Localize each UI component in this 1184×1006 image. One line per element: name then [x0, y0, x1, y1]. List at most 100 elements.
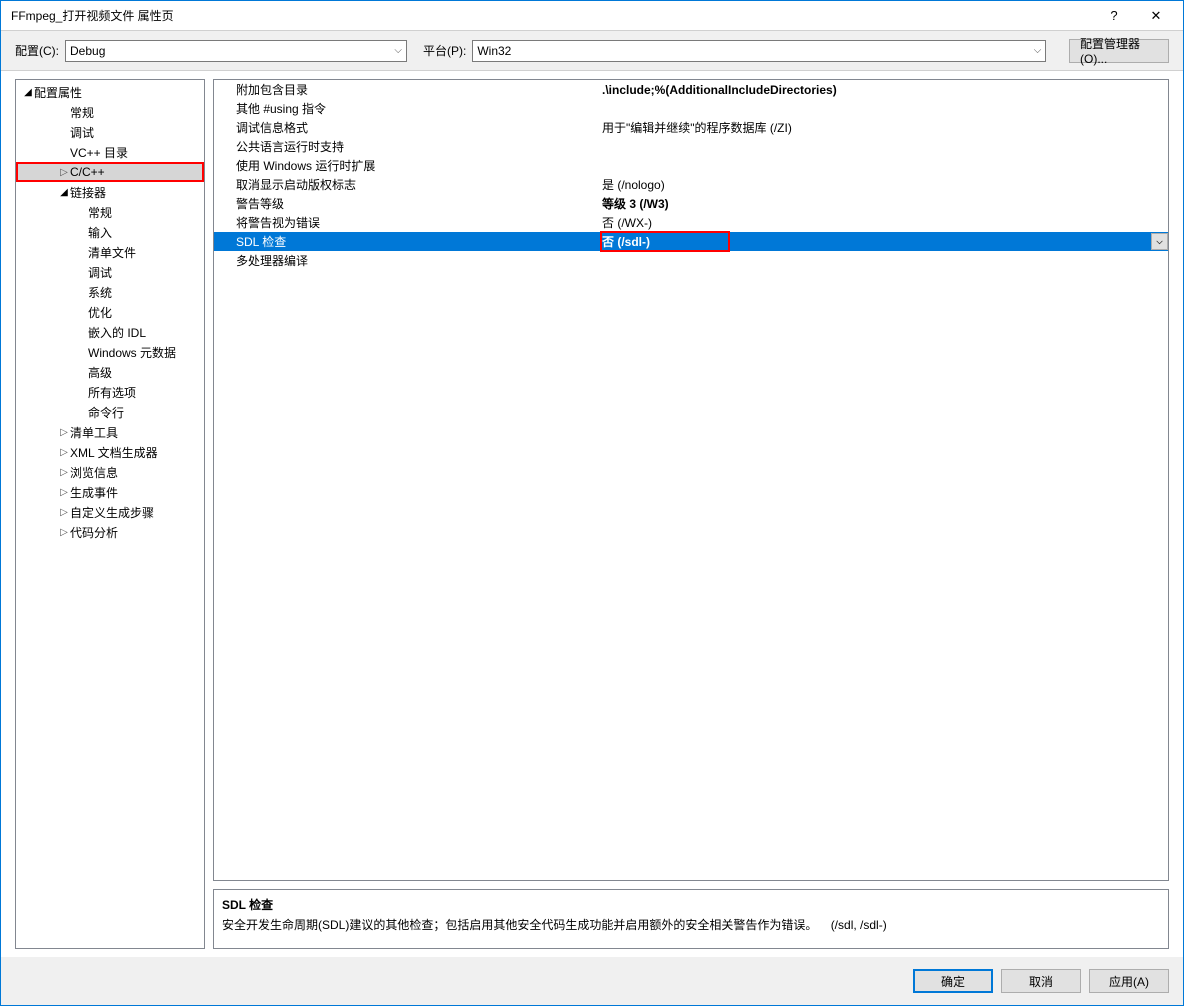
platform-combo[interactable]: Win32 ⌵	[472, 40, 1046, 62]
property-value[interactable]: .\include;%(AdditionalIncludeDirectories…	[600, 80, 1168, 99]
window-title: FFmpeg_打开视频文件 属性页	[11, 7, 1093, 24]
config-manager-button[interactable]: 配置管理器(O)...	[1069, 39, 1169, 63]
config-combo[interactable]: Debug ⌵	[65, 40, 407, 62]
tree-root[interactable]: ◢配置属性	[16, 82, 204, 102]
tree-item[interactable]: ▷清单工具	[16, 422, 204, 442]
property-row[interactable]: 将警告视为错误否 (/WX-)	[214, 213, 1168, 232]
tree-item-label: 常规	[70, 104, 94, 121]
tree-item[interactable]: VC++ 目录	[16, 142, 204, 162]
cancel-button[interactable]: 取消	[1001, 969, 1081, 993]
tree-item[interactable]: ▷浏览信息	[16, 462, 204, 482]
tree-item-label: 自定义生成步骤	[70, 504, 154, 521]
tree-item-label: 代码分析	[70, 524, 118, 541]
tree-item-label: 命令行	[88, 404, 124, 421]
property-name: 将警告视为错误	[214, 214, 600, 231]
expand-icon: ▷	[58, 447, 70, 458]
tree-item[interactable]: ▷生成事件	[16, 482, 204, 502]
tree-item-label: 系统	[88, 284, 112, 301]
dropdown-button[interactable]: ⌵	[1151, 233, 1168, 250]
property-value[interactable]	[600, 251, 1168, 270]
tree-item[interactable]: 优化	[16, 302, 204, 322]
tree-item-label: Windows 元数据	[88, 344, 176, 361]
tree-item[interactable]: 调试	[16, 262, 204, 282]
property-value[interactable]	[600, 156, 1168, 175]
tree-item[interactable]: 高级	[16, 362, 204, 382]
tree-item[interactable]: ▷代码分析	[16, 522, 204, 542]
tree-item-label: 清单文件	[88, 244, 136, 261]
property-row[interactable]: 取消显示启动版权标志是 (/nologo)	[214, 175, 1168, 194]
platform-label: 平台(P):	[423, 42, 466, 59]
help-button[interactable]: ?	[1093, 2, 1135, 30]
property-value[interactable]: 等级 3 (/W3)	[600, 194, 1168, 213]
tree-item-label: 生成事件	[70, 484, 118, 501]
property-name: 调试信息格式	[214, 119, 600, 136]
property-row[interactable]: 使用 Windows 运行时扩展	[214, 156, 1168, 175]
property-pages-window: FFmpeg_打开视频文件 属性页 ? ✕ 配置(C): Debug ⌵ 平台(…	[0, 0, 1184, 1006]
tree-item[interactable]: 调试	[16, 122, 204, 142]
property-row[interactable]: 附加包含目录.\include;%(AdditionalIncludeDirec…	[214, 80, 1168, 99]
expand-icon: ▷	[58, 467, 70, 478]
tree-item[interactable]: ▷XML 文档生成器	[16, 442, 204, 462]
property-name: 多处理器编译	[214, 252, 600, 269]
footer: 确定 取消 应用(A)	[1, 957, 1183, 1005]
tree-item-label: 所有选项	[88, 384, 136, 401]
config-value: Debug	[70, 44, 105, 58]
tree-item[interactable]: ▷自定义生成步骤	[16, 502, 204, 522]
chevron-down-icon: ⌵	[1156, 237, 1162, 247]
tree-item[interactable]: ▷C/C++	[16, 162, 204, 182]
expand-icon: ◢	[58, 187, 70, 198]
tree-item-label: 调试	[70, 124, 94, 141]
property-row[interactable]: 多处理器编译	[214, 251, 1168, 270]
property-row[interactable]: 警告等级等级 3 (/W3)	[214, 194, 1168, 213]
property-row[interactable]: 其他 #using 指令	[214, 99, 1168, 118]
tree-item-label: 输入	[88, 224, 112, 241]
expand-icon: ▷	[58, 487, 70, 498]
property-value[interactable]: 否 (/sdl-)⌵	[600, 232, 1168, 251]
tree-item[interactable]: 命令行	[16, 402, 204, 422]
platform-value: Win32	[477, 44, 511, 58]
config-label: 配置(C):	[15, 42, 59, 59]
right-column: 附加包含目录.\include;%(AdditionalIncludeDirec…	[213, 79, 1169, 949]
property-row[interactable]: SDL 检查否 (/sdl-)⌵	[214, 232, 1168, 251]
chevron-down-icon: ⌵	[1034, 45, 1042, 56]
tree-item[interactable]: Windows 元数据	[16, 342, 204, 362]
tree-item-label: XML 文档生成器	[70, 444, 158, 461]
close-button[interactable]: ✕	[1135, 2, 1177, 30]
property-name: 公共语言运行时支持	[214, 138, 600, 155]
property-value[interactable]	[600, 99, 1168, 118]
tree-item-label: 调试	[88, 264, 112, 281]
property-grid[interactable]: 附加包含目录.\include;%(AdditionalIncludeDirec…	[213, 79, 1169, 881]
tree-item[interactable]: 嵌入的 IDL	[16, 322, 204, 342]
tree-item-label: 嵌入的 IDL	[88, 324, 146, 341]
tree-item-label: 浏览信息	[70, 464, 118, 481]
tree-item[interactable]: 清单文件	[16, 242, 204, 262]
tree-item-label: 链接器	[70, 184, 106, 201]
property-value[interactable]: 用于"编辑并继续"的程序数据库 (/ZI)	[600, 118, 1168, 137]
description-text: 安全开发生命周期(SDL)建议的其他检查；包括启用其他安全代码生成功能并启用额外…	[222, 916, 1160, 933]
property-name: 使用 Windows 运行时扩展	[214, 157, 600, 174]
titlebar: FFmpeg_打开视频文件 属性页 ? ✕	[1, 1, 1183, 31]
tree-item[interactable]: 常规	[16, 202, 204, 222]
expand-icon: ▷	[58, 427, 70, 438]
tree-item-label: 优化	[88, 304, 112, 321]
property-value[interactable]	[600, 137, 1168, 156]
config-tree[interactable]: ◢配置属性常规调试VC++ 目录▷C/C++◢链接器常规输入清单文件调试系统优化…	[15, 79, 205, 949]
tree-item[interactable]: 输入	[16, 222, 204, 242]
tree-item[interactable]: 常规	[16, 102, 204, 122]
property-name: 其他 #using 指令	[214, 100, 600, 117]
apply-button[interactable]: 应用(A)	[1089, 969, 1169, 993]
tree-item[interactable]: 所有选项	[16, 382, 204, 402]
property-row[interactable]: 调试信息格式用于"编辑并继续"的程序数据库 (/ZI)	[214, 118, 1168, 137]
tree-root-label: 配置属性	[34, 84, 82, 101]
body: ◢配置属性常规调试VC++ 目录▷C/C++◢链接器常规输入清单文件调试系统优化…	[1, 71, 1183, 957]
ok-button[interactable]: 确定	[913, 969, 993, 993]
property-value[interactable]: 否 (/WX-)	[600, 213, 1168, 232]
tree-item-label: 清单工具	[70, 424, 118, 441]
property-row[interactable]: 公共语言运行时支持	[214, 137, 1168, 156]
tree-item[interactable]: 系统	[16, 282, 204, 302]
property-value[interactable]: 是 (/nologo)	[600, 175, 1168, 194]
property-name: SDL 检查	[214, 233, 600, 250]
chevron-down-icon: ⌵	[394, 45, 402, 56]
property-name: 附加包含目录	[214, 81, 600, 98]
tree-item[interactable]: ◢链接器	[16, 182, 204, 202]
